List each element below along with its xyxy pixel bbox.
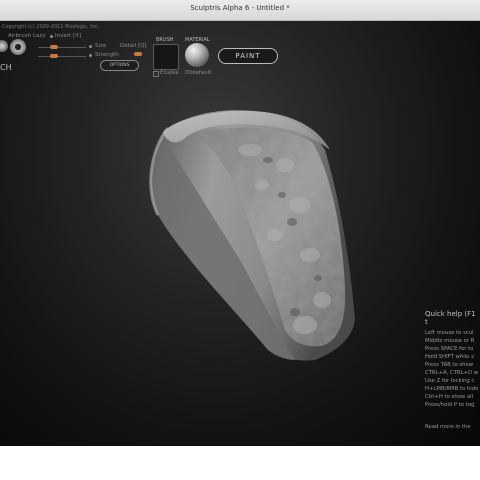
quick-help-line: Middle mouse or R [425, 338, 475, 344]
quick-help-line: Hold SHIFT while s [425, 354, 474, 360]
quick-help-line: CTRL+A, CTRL+D w [425, 370, 479, 376]
quick-help-line: Press/hold P to tog [425, 402, 475, 408]
quick-help-line: Press SPACE for to [425, 346, 474, 352]
app-window: Sculptris Alpha 6 - Untitled * Copyright… [0, 0, 480, 446]
quick-help-more-link[interactable]: Read more in the [425, 424, 471, 430]
quick-help-line: Press TAB to show [425, 362, 474, 368]
quick-help-line: H+LMB/RMB to hide [425, 386, 479, 392]
quick-help-line: Use Z for locking c [425, 378, 475, 384]
sculpted-model[interactable] [0, 0, 480, 446]
quick-help-line: Ctrl+H to show all [425, 394, 474, 400]
quick-help-title: Quick help (F1 t [425, 310, 476, 326]
quick-help-list: Left mouse to scul Middle mouse or R Pre… [425, 330, 480, 410]
quick-help-line: Left mouse to scul [425, 330, 474, 336]
